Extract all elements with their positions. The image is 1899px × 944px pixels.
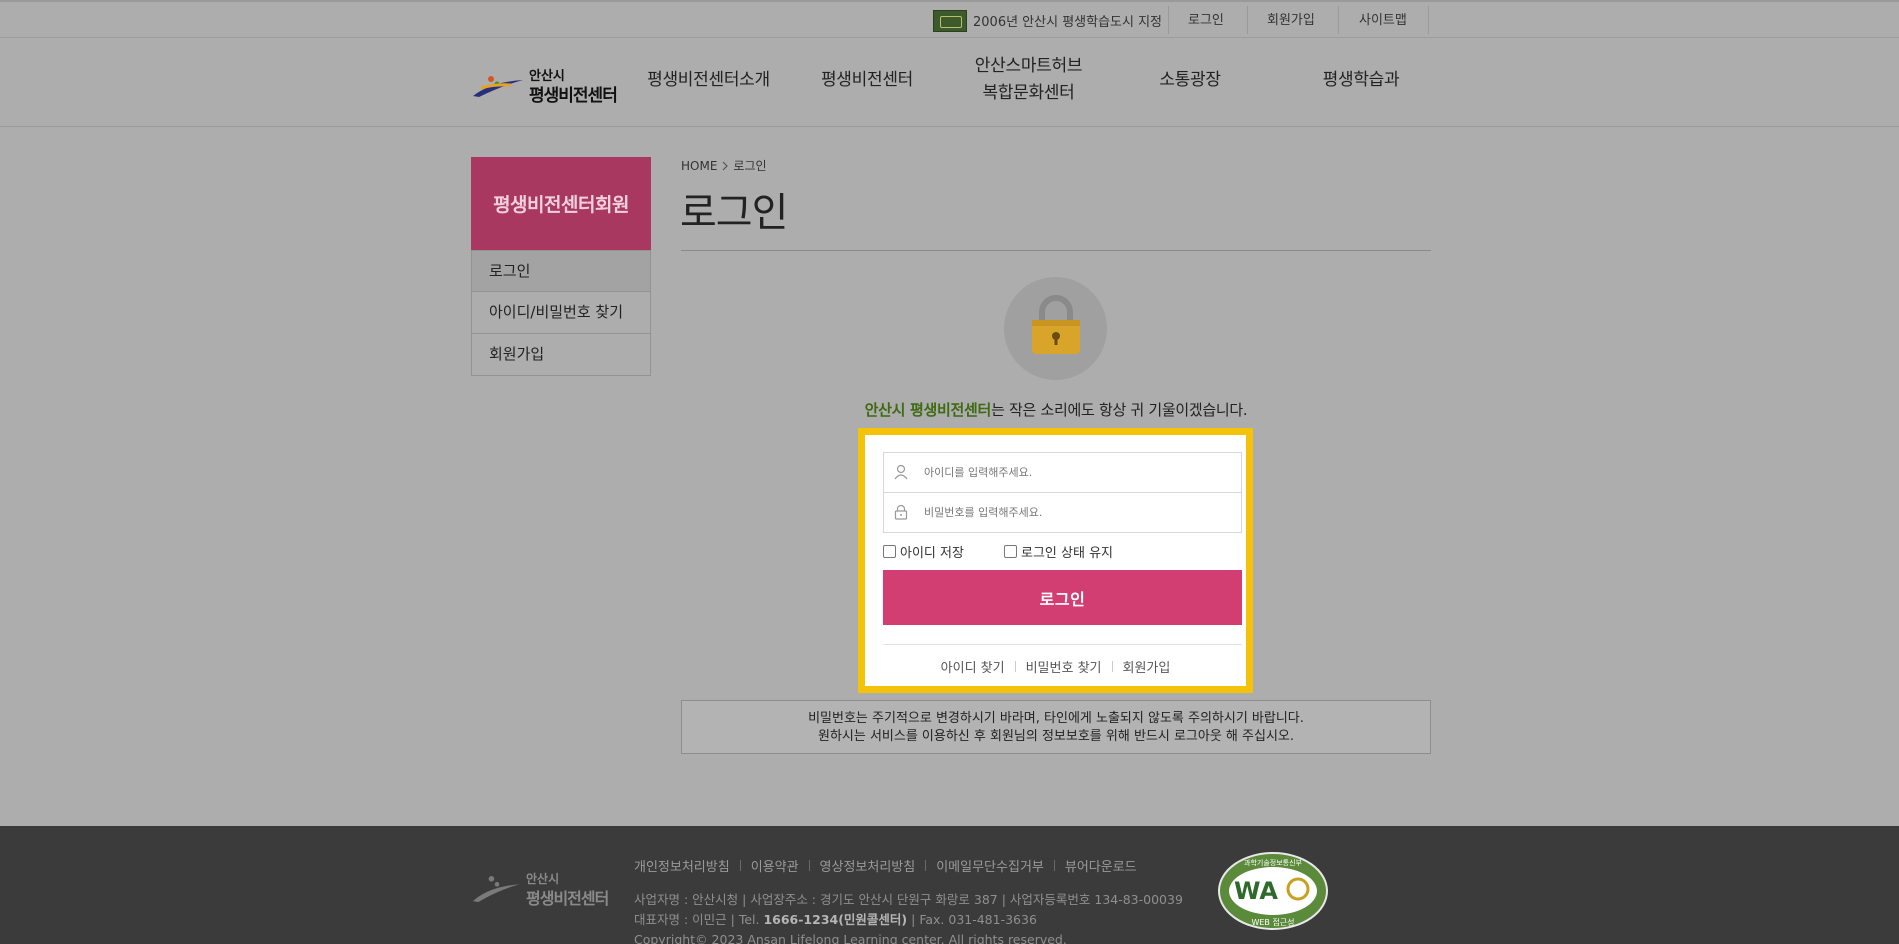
find-password-link[interactable]: 비밀번호 찾기 (1016, 657, 1112, 676)
divider (1247, 6, 1248, 34)
footer-fax: | Fax. 031-481-3636 (907, 912, 1037, 927)
top-login-link[interactable]: 로그인 (1188, 2, 1224, 39)
top-join-link[interactable]: 회원가입 (1267, 2, 1315, 39)
sidebar-item-find-account[interactable]: 아이디/비밀번호 찾기 (471, 292, 651, 334)
footer-copyright: Copyright© 2023 Ansan Lifelong Learning … (634, 932, 1067, 944)
footer-rep: 대표자명 : 이민근 | Tel. (634, 912, 764, 927)
footer-info: 사업자명 : 안산시청 | 사업장주소 : 경기도 안산시 단원구 화랑로 38… (634, 890, 1183, 944)
breadcrumb: HOME 로그인 (681, 157, 767, 174)
breadcrumb-home[interactable]: HOME (681, 159, 717, 173)
join-link[interactable]: 회원가입 (1113, 657, 1181, 676)
divider (1428, 6, 1429, 34)
login-button[interactable]: 로그인 (883, 570, 1242, 625)
wa-top-text: 과학기술정보통신부 (1244, 858, 1303, 867)
footer-link-cctv-policy[interactable]: 영상정보처리방침 (820, 856, 916, 875)
save-id-checkbox[interactable]: 아이디 저장 (883, 542, 964, 561)
slogan-highlight: 안산시 평생비전센터 (864, 401, 992, 419)
slogan-rest: 는 작은 소리에도 항상 귀 기울이겠습니다. (991, 401, 1248, 419)
badge-text: 2006년 안산시 평생학습도시 지정 (973, 15, 1163, 30)
nav-label: 평생학습과 (1322, 70, 1400, 90)
form-divider (883, 644, 1242, 645)
svg-text:WA: WA (1234, 877, 1278, 905)
logo-swoosh-icon (473, 76, 523, 97)
divider (1053, 860, 1055, 871)
footer-address: 사업자명 : 안산시청 | 사업장주소 : 경기도 안산시 단원구 화랑로 38… (634, 892, 1183, 907)
title-divider (681, 250, 1431, 251)
divider (808, 860, 810, 871)
find-id-link[interactable]: 아이디 찾기 (931, 657, 1015, 676)
password-input[interactable] (924, 493, 1236, 532)
checkbox-box[interactable] (1004, 545, 1017, 558)
logo-line2: 평생비전센터 (529, 86, 618, 106)
footer-link-terms[interactable]: 이용약관 (751, 856, 799, 875)
top-utility-bar: 2006년 안산시 평생학습도시 지정 로그인 회원가입 사이트맵 (0, 0, 1899, 38)
footer-contact: 대표자명 : 이민근 | Tel. 1666-1234(민원콜센터) | Fax… (634, 910, 1183, 930)
password-field (883, 492, 1242, 533)
footer-logo-line2: 평생비전센터 (526, 889, 609, 908)
footer-tel: 1666-1234(민원콜센터) (763, 912, 908, 927)
footer-link-privacy[interactable]: 개인정보처리방침 (634, 856, 730, 875)
nav-item-smart-hub[interactable]: 안산스마트허브 복합문화센터 (965, 53, 1092, 107)
security-notice: 비밀번호는 주기적으로 변경하시기 바라며, 타인에게 노출되지 않도록 주의하… (681, 700, 1431, 754)
sidebar-item-login[interactable]: 로그인 (471, 250, 651, 292)
divider (1338, 6, 1339, 34)
nav-item-center[interactable]: 평생비전센터 (807, 67, 927, 94)
login-form: 아이디 저장 로그인 상태 유지 로그인 아이디 찾기 비밀번호 찾기 회원가입 (858, 428, 1253, 693)
footer-links: 개인정보처리방침 이용약관 영상정보처리방침 이메일무단수집거부 뷰어다운로드 (634, 856, 1137, 875)
main-header: 안산시 평생비전센터 평생비전센터소개 평생비전센터 안산스마트허브 복합문화센… (0, 38, 1899, 127)
footer: 안산시 평생비전센터 개인정보처리방침 이용약관 영상정보처리방침 이메일무단수… (0, 826, 1899, 944)
divider (1168, 6, 1169, 34)
divider (925, 860, 927, 871)
divider (739, 860, 741, 871)
footer-logo: 안산시 평생비전센터 (471, 870, 621, 910)
nav-label: 소통광장 (1159, 70, 1221, 90)
account-links: 아이디 찾기 비밀번호 찾기 회원가입 (865, 657, 1246, 676)
nav-label: 안산스마트허브 (974, 56, 1083, 76)
nav-label: 평생비전센터 (820, 70, 914, 90)
sidebar-title: 평생비전센터회원 (471, 157, 651, 250)
flag-icon (933, 9, 967, 32)
footer-link-viewer-download[interactable]: 뷰어다운로드 (1065, 856, 1137, 875)
site-logo[interactable]: 안산시 평생비전센터 (471, 62, 623, 106)
keep-login-label: 로그인 상태 유지 (1021, 546, 1113, 561)
slogan-text: 안산시 평생비전센터는 작은 소리에도 항상 귀 기울이겠습니다. (681, 399, 1431, 420)
page-title: 로그인 (680, 190, 788, 236)
keep-login-checkbox[interactable]: 로그인 상태 유지 (1004, 542, 1113, 561)
checkbox-box[interactable] (883, 545, 896, 558)
lifelong-city-badge: 2006년 안산시 평생학습도시 지정 (933, 2, 1162, 39)
wa-certification-mark: 과학기술정보통신부 WA WEB 접근성 (1218, 852, 1328, 930)
nav-label: 평생비전센터소개 (647, 70, 770, 90)
id-input[interactable] (924, 453, 1236, 492)
wa-bottom-text: WEB 접근성 (1251, 917, 1294, 927)
save-id-label: 아이디 저장 (900, 546, 964, 561)
sidebar-item-join[interactable]: 회원가입 (471, 334, 651, 376)
user-icon (894, 464, 908, 480)
lock-icon (1032, 295, 1080, 354)
notice-line2: 원하시는 서비스를 이용하신 후 회원님의 정보보호를 위해 반드시 로그아웃 … (817, 729, 1295, 744)
nav-item-community[interactable]: 소통광장 (1140, 67, 1240, 94)
nav-label-line2: 복합문화센터 (982, 83, 1075, 103)
footer-link-email-refusal[interactable]: 이메일무단수집거부 (936, 856, 1044, 875)
notice-line1: 비밀번호는 주기적으로 변경하시기 바라며, 타인에게 노출되지 않도록 주의하… (808, 711, 1304, 726)
chevron-right-icon (722, 161, 729, 170)
id-field (883, 452, 1242, 493)
nav-item-lifelong-dept[interactable]: 평생학습과 (1306, 67, 1416, 94)
sidebar-menu: 로그인 아이디/비밀번호 찾기 회원가입 (471, 250, 651, 376)
padlock-icon (894, 504, 908, 520)
top-sitemap-link[interactable]: 사이트맵 (1359, 2, 1407, 39)
footer-logo-swoosh-icon (472, 876, 520, 902)
breadcrumb-current: 로그인 (733, 159, 767, 173)
nav-item-center-intro[interactable]: 평생비전센터소개 (646, 67, 771, 94)
lock-icon-circle (1004, 277, 1107, 380)
